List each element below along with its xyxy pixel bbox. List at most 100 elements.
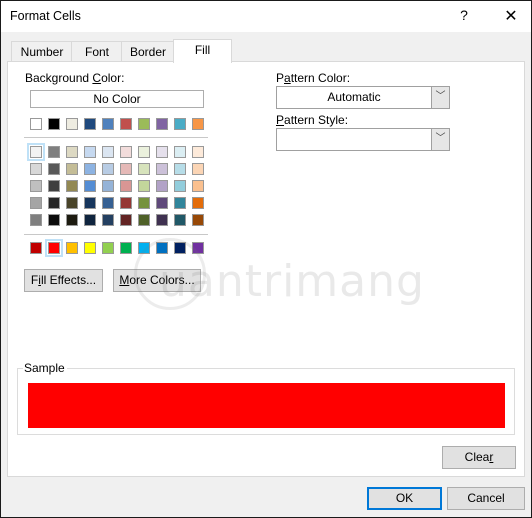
color-swatch[interactable]	[174, 197, 186, 209]
color-swatch[interactable]	[48, 214, 60, 226]
color-swatch[interactable]	[102, 197, 114, 209]
standard-color-swatch[interactable]	[30, 242, 42, 254]
color-swatch[interactable]	[192, 180, 204, 192]
color-swatch[interactable]	[192, 163, 204, 175]
color-swatch[interactable]	[174, 180, 186, 192]
tab-fill[interactable]: Fill	[173, 39, 232, 63]
color-swatch[interactable]	[66, 180, 78, 192]
clear-button[interactable]: Clear	[442, 446, 516, 469]
standard-color-swatch[interactable]	[156, 242, 168, 254]
color-swatch[interactable]	[174, 214, 186, 226]
label-part: ll Effects...	[40, 273, 97, 287]
color-swatch[interactable]	[156, 214, 168, 226]
color-swatch[interactable]	[66, 214, 78, 226]
fill-effects-button[interactable]: Fill Effects...	[24, 269, 103, 292]
color-swatch[interactable]	[30, 180, 42, 192]
color-swatch[interactable]	[156, 146, 168, 158]
color-swatch[interactable]	[156, 197, 168, 209]
standard-color-swatch[interactable]	[192, 242, 204, 254]
tab-number[interactable]: Number	[11, 41, 73, 62]
dialog-title: Format Cells	[10, 9, 81, 23]
color-swatch[interactable]	[30, 197, 42, 209]
pattern-color-value: Automatic	[327, 90, 381, 104]
more-colors-button[interactable]: More Colors...	[113, 269, 201, 292]
color-swatch[interactable]	[120, 197, 132, 209]
color-swatch[interactable]	[138, 146, 150, 158]
color-swatch[interactable]	[84, 118, 96, 130]
standard-color-swatch[interactable]	[84, 242, 96, 254]
color-swatch[interactable]	[30, 118, 42, 130]
color-swatch[interactable]	[66, 146, 78, 158]
color-swatch[interactable]	[48, 146, 60, 158]
help-button[interactable]: ?	[456, 7, 472, 23]
ok-button[interactable]: OK	[367, 487, 442, 510]
color-swatch[interactable]	[156, 180, 168, 192]
color-swatch[interactable]	[84, 180, 96, 192]
pattern-color-label: Pattern Color:	[276, 71, 350, 85]
standard-color-swatch[interactable]	[102, 242, 114, 254]
chevron-down-icon[interactable]: ﹀	[431, 129, 449, 150]
color-swatch[interactable]	[138, 214, 150, 226]
access-key: a	[284, 71, 291, 85]
title-bar: Format Cells ? ✕	[1, 1, 531, 32]
color-swatch[interactable]	[27, 143, 45, 161]
color-swatch[interactable]	[174, 146, 186, 158]
label-part: attern Style:	[284, 113, 349, 127]
color-swatch[interactable]	[120, 163, 132, 175]
label-part: P	[276, 71, 285, 85]
color-swatch[interactable]	[102, 163, 114, 175]
color-swatch[interactable]	[192, 197, 204, 209]
standard-color-swatch[interactable]	[138, 242, 150, 254]
color-swatch[interactable]	[102, 180, 114, 192]
tab-font[interactable]: Font	[71, 41, 123, 62]
color-swatch[interactable]	[156, 118, 168, 130]
format-cells-dialog: Format Cells ? ✕ Number Font Border Fill…	[0, 0, 532, 518]
sample-preview	[28, 383, 505, 428]
color-swatch[interactable]	[138, 118, 150, 130]
label-part: ttern Color:	[290, 71, 351, 85]
sample-label: Sample	[23, 361, 67, 375]
color-swatch[interactable]	[48, 197, 60, 209]
color-swatch[interactable]	[84, 163, 96, 175]
color-swatch[interactable]	[192, 146, 204, 158]
color-swatch[interactable]	[66, 118, 78, 130]
standard-color-swatch[interactable]	[120, 242, 132, 254]
color-swatch[interactable]	[84, 214, 96, 226]
color-swatch[interactable]	[48, 118, 60, 130]
tab-border[interactable]: Border	[121, 41, 175, 62]
pattern-style-dropdown[interactable]: ﹀	[276, 128, 450, 151]
color-swatch[interactable]	[120, 118, 132, 130]
standard-color-swatch[interactable]	[174, 242, 186, 254]
color-swatch[interactable]	[120, 146, 132, 158]
color-swatch[interactable]	[84, 146, 96, 158]
color-swatch[interactable]	[174, 118, 186, 130]
color-swatch[interactable]	[192, 118, 204, 130]
close-button[interactable]: ✕	[503, 6, 519, 26]
color-swatch[interactable]	[102, 118, 114, 130]
chevron-down-icon[interactable]: ﹀	[431, 87, 449, 108]
color-swatch[interactable]	[30, 214, 42, 226]
color-swatch[interactable]	[156, 163, 168, 175]
color-swatch[interactable]	[66, 197, 78, 209]
color-swatch[interactable]	[138, 180, 150, 192]
pattern-color-dropdown[interactable]: Automatic ﹀	[276, 86, 450, 109]
pattern-style-label: Pattern Style:	[276, 113, 348, 127]
color-swatch[interactable]	[120, 180, 132, 192]
color-swatch[interactable]	[84, 197, 96, 209]
color-swatch[interactable]	[138, 163, 150, 175]
standard-color-swatch[interactable]	[66, 242, 78, 254]
color-swatch[interactable]	[102, 146, 114, 158]
no-color-button[interactable]: No Color	[30, 90, 204, 108]
sample-group: Sample	[17, 361, 515, 435]
color-swatch[interactable]	[48, 163, 60, 175]
color-swatch[interactable]	[174, 163, 186, 175]
color-swatch[interactable]	[66, 163, 78, 175]
standard-color-swatch[interactable]	[45, 239, 63, 257]
color-swatch[interactable]	[30, 163, 42, 175]
color-swatch[interactable]	[138, 197, 150, 209]
color-swatch[interactable]	[48, 180, 60, 192]
cancel-button[interactable]: Cancel	[447, 487, 525, 510]
color-swatch[interactable]	[120, 214, 132, 226]
color-swatch[interactable]	[102, 214, 114, 226]
color-swatch[interactable]	[192, 214, 204, 226]
